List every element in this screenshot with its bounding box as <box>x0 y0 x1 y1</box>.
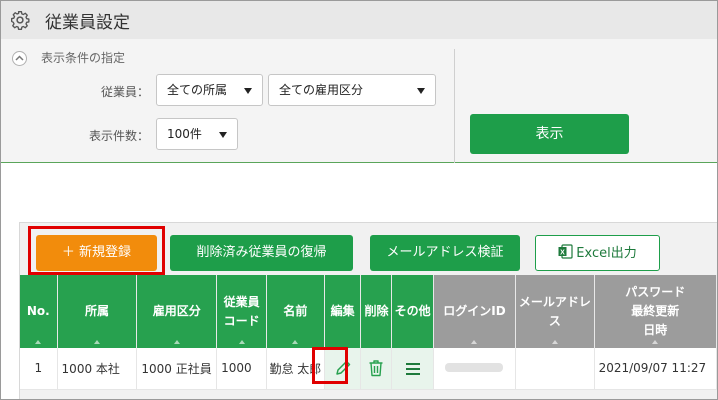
col-header-email[interactable]: メールアドレス <box>515 275 595 348</box>
page-title: 従業員設定 <box>45 13 130 33</box>
excel-icon: X <box>558 244 573 259</box>
col-header-password-updated[interactable]: パスワード 最終更新 日時 <box>594 275 717 348</box>
menu-icon <box>405 362 420 375</box>
show-button[interactable]: 表示 <box>470 114 629 154</box>
redacted-login-id <box>445 363 504 373</box>
caret-down-icon <box>244 88 252 94</box>
col-header-edit: 編集 <box>324 275 362 348</box>
caret-down-icon <box>417 88 425 94</box>
collapse-toggle[interactable] <box>12 51 27 66</box>
table-header-row: No. 所属 雇用区分 従業員 コード 名前 編集 削除 その他 ログインID メ… <box>20 275 717 348</box>
affiliation-select[interactable]: 全ての所属 <box>156 74 263 106</box>
employment-type-value: 全ての雇用区分 <box>279 83 364 97</box>
sort-icon <box>292 340 299 344</box>
title-bar: 従業員設定 <box>1 1 717 39</box>
cell-employment-type: 1000 正社員 <box>136 348 218 390</box>
sort-icon <box>93 340 100 344</box>
col-header-employment-type[interactable]: 雇用区分 <box>136 275 218 348</box>
highlight-box-edit <box>312 347 348 384</box>
cell-dept: 1000 本社 <box>57 348 138 390</box>
delete-cell[interactable] <box>360 348 393 390</box>
conditions-title: 表示条件の指定 <box>41 51 126 65</box>
employee-settings-screen: 従業員設定 表示条件の指定 従業員： 全ての所属 全ての雇用区分 表示件数： 1… <box>0 0 718 400</box>
sort-icon <box>238 340 245 344</box>
trash-icon <box>369 360 383 377</box>
verify-email-button[interactable]: メールアドレス検証 <box>370 235 520 271</box>
employee-label: 従業員： <box>100 85 149 99</box>
chevron-up-icon <box>15 55 24 61</box>
cell-login-id <box>433 348 517 390</box>
gear-icon <box>11 11 30 30</box>
sort-icon <box>551 340 558 344</box>
display-count-label: 表示件数： <box>88 129 149 143</box>
restore-deleted-button[interactable]: 削除済み従業員の復帰 <box>170 235 353 271</box>
sort-icon <box>652 340 659 344</box>
display-count-value: 100件 <box>167 127 202 141</box>
excel-export-label: Excel出力 <box>576 246 637 261</box>
sort-icon <box>35 340 42 344</box>
excel-export-button[interactable]: X Excel出力 <box>535 235 660 271</box>
highlight-box-new <box>28 226 165 275</box>
col-header-name[interactable]: 名前 <box>266 275 325 348</box>
affiliation-value: 全ての所属 <box>167 83 228 97</box>
col-header-other: その他 <box>391 275 434 348</box>
display-count-select[interactable]: 100件 <box>156 118 238 150</box>
col-header-delete: 削除 <box>360 275 393 348</box>
cell-no: 1 <box>20 348 58 390</box>
sort-icon <box>173 340 180 344</box>
cell-employee-code: 1000 <box>216 348 268 390</box>
divider <box>454 49 455 163</box>
col-header-login-id[interactable]: ログインID <box>433 275 517 348</box>
col-header-no[interactable]: No. <box>20 275 58 348</box>
col-header-dept[interactable]: 所属 <box>57 275 138 348</box>
cell-password-updated: 2021/09/07 11:27 <box>594 348 717 390</box>
employment-type-select[interactable]: 全ての雇用区分 <box>268 74 436 106</box>
col-header-employee-code[interactable]: 従業員 コード <box>216 275 268 348</box>
cell-email <box>515 348 595 390</box>
other-menu-cell[interactable] <box>391 348 434 390</box>
table-row: 1 1000 本社 1000 正社員 1000 勤怠 太郎 2021/09/07… <box>20 348 717 390</box>
display-conditions-panel: 表示条件の指定 従業員： 全ての所属 全ての雇用区分 表示件数： 100件 表示 <box>1 39 717 163</box>
svg-text:X: X <box>560 250 565 257</box>
employee-table: No. 所属 雇用区分 従業員 コード 名前 編集 削除 その他 ログインID メ… <box>20 275 717 390</box>
sort-icon <box>471 340 478 344</box>
caret-down-icon <box>219 132 227 138</box>
